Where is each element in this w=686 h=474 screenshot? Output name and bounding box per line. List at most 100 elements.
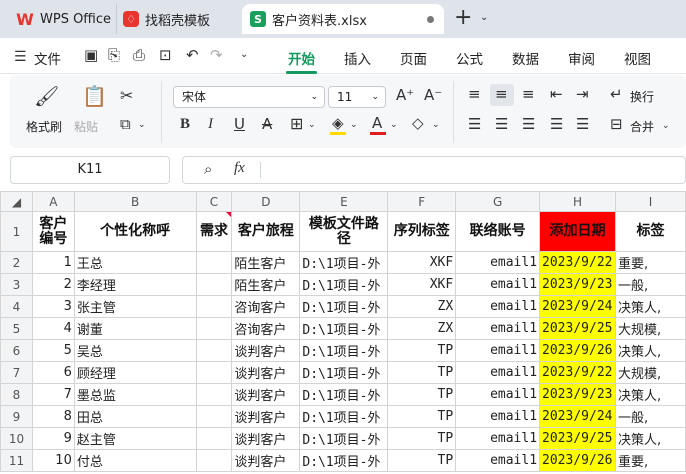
table-cell[interactable]: TP [387, 449, 457, 472]
header-cell[interactable]: 客户编号 [31, 211, 75, 252]
menu-file[interactable]: 文件 [34, 48, 61, 68]
table-cell[interactable]: 谈判客户 [231, 339, 301, 362]
fx-function-icon[interactable]: fx [234, 161, 245, 176]
table-cell[interactable]: TP [387, 405, 457, 428]
zoom-search-icon[interactable]: ⌕ [204, 162, 212, 177]
row-header[interactable]: 4 [0, 295, 33, 318]
table-cell[interactable]: 9 [31, 427, 75, 450]
column-header[interactable]: A [31, 191, 75, 212]
table-cell[interactable]: email1 [455, 295, 541, 318]
table-cell[interactable]: 陌生客户 [231, 251, 301, 274]
undo-icon[interactable]: ↶ [186, 48, 199, 63]
strikethrough-icon[interactable]: A [262, 117, 272, 132]
table-cell[interactable]: D:\1项目-外 [299, 449, 389, 472]
table-cell[interactable]: D:\1项目-外 [299, 317, 389, 340]
row-header[interactable]: 8 [0, 383, 33, 406]
cell-table[interactable]: ◢ A B C D E F G H I 1 客户编号 个性化称呼 需求 客户旅程… [0, 191, 686, 472]
chevron-down-icon[interactable]: ⌄ [308, 121, 316, 130]
table-cell[interactable]: email1 [455, 317, 541, 340]
cut-icon[interactable]: ✂ [120, 88, 133, 104]
row-header[interactable]: 11 [0, 449, 33, 472]
table-cell[interactable]: 10 [31, 449, 75, 472]
table-cell[interactable]: 6 [31, 361, 75, 384]
decrease-font-icon[interactable]: A⁻ [424, 88, 442, 103]
align-top-icon[interactable]: ≡ [468, 87, 481, 102]
table-cell[interactable]: 3 [31, 295, 75, 318]
table-cell[interactable]: 咨询客户 [231, 295, 301, 318]
table-cell[interactable]: D:\1项目-外 [299, 273, 389, 296]
quick-access-dropdown-icon[interactable]: ⌄ [240, 50, 248, 60]
paste-label[interactable]: 粘贴 [74, 118, 98, 135]
table-cell[interactable]: 2023/9/25 [539, 317, 617, 340]
table-cell[interactable]: 2023/9/26 [539, 449, 617, 472]
table-cell[interactable]: 2023/9/22 [539, 361, 617, 384]
row-header[interactable]: 6 [0, 339, 33, 362]
column-header[interactable]: G [455, 191, 541, 212]
table-cell[interactable]: 顾经理 [73, 361, 197, 384]
row-header[interactable]: 1 [0, 211, 33, 252]
table-cell[interactable]: 陌生客户 [231, 273, 301, 296]
table-cell[interactable]: 重要, [615, 449, 686, 472]
copy-icon[interactable]: ⧉ [120, 117, 131, 132]
table-cell[interactable] [195, 405, 233, 428]
table-cell[interactable]: 张主管 [73, 295, 197, 318]
column-header[interactable]: B [73, 191, 197, 212]
chevron-down-icon[interactable]: ⌄ [390, 121, 398, 130]
row-header[interactable]: 9 [0, 405, 33, 428]
chevron-down-icon[interactable]: ⌄ [350, 121, 358, 130]
table-cell[interactable]: 谈判客户 [231, 361, 301, 384]
redo-icon[interactable]: ↷ [210, 48, 223, 63]
align-right-icon[interactable]: ☰ [522, 117, 535, 132]
header-cell-date[interactable]: 添加日期 [539, 211, 617, 252]
tab-docer[interactable]: ♢ 找稻壳模板 [116, 4, 238, 34]
table-cell[interactable]: email1 [455, 383, 541, 406]
column-header[interactable]: C [195, 191, 233, 212]
table-cell[interactable]: 5 [31, 339, 75, 362]
table-cell[interactable]: D:\1项目-外 [299, 405, 389, 428]
table-cell[interactable] [195, 251, 233, 274]
row-header[interactable]: 5 [0, 317, 33, 340]
row-header[interactable]: 10 [0, 427, 33, 450]
table-cell[interactable]: email1 [455, 251, 541, 274]
table-cell[interactable]: 咨询客户 [231, 317, 301, 340]
tab-wps-office[interactable]: W WPS Office [8, 4, 112, 34]
chevron-down-icon[interactable]: ⌄ [480, 12, 488, 23]
print-icon[interactable]: ⎙ [133, 48, 145, 63]
menu-review[interactable]: 审阅 [568, 48, 595, 68]
align-bottom-icon[interactable]: ≡ [522, 87, 535, 102]
hamburger-menu-icon[interactable]: ☰ [14, 49, 27, 65]
table-cell[interactable]: 决策人, [615, 427, 686, 450]
align-middle-icon[interactable]: ≡ [495, 87, 508, 102]
table-cell[interactable]: XKF [387, 251, 457, 274]
header-cell[interactable]: 序列标签 [387, 211, 457, 252]
menu-insert[interactable]: 插入 [344, 48, 371, 68]
table-cell[interactable]: 王总 [73, 251, 197, 274]
menu-formula[interactable]: 公式 [456, 48, 483, 68]
table-cell[interactable]: 谈判客户 [231, 427, 301, 450]
table-cell[interactable]: D:\1项目-外 [299, 427, 389, 450]
table-cell[interactable]: 谈判客户 [231, 405, 301, 428]
table-cell[interactable]: 2023/9/23 [539, 383, 617, 406]
save-icon[interactable]: ▣ [84, 48, 98, 63]
print-preview-icon[interactable]: ⊡ [159, 48, 172, 63]
row-header[interactable]: 7 [0, 361, 33, 384]
table-cell[interactable]: 2023/9/23 [539, 273, 617, 296]
table-cell[interactable]: email1 [455, 273, 541, 296]
font-family-dropdown[interactable]: 宋体 ⌄ [173, 86, 325, 108]
table-cell[interactable]: 谈判客户 [231, 449, 301, 472]
borders-icon[interactable]: ⊞ [290, 116, 303, 132]
tab-spreadsheet[interactable]: S 客户资料表.xlsx [242, 4, 444, 34]
table-cell[interactable]: 7 [31, 383, 75, 406]
table-cell[interactable]: D:\1项目-外 [299, 339, 389, 362]
table-cell[interactable]: 付总 [73, 449, 197, 472]
clear-format-icon[interactable]: ◇ [412, 116, 424, 131]
table-cell[interactable]: 2 [31, 273, 75, 296]
column-header[interactable]: D [231, 191, 301, 212]
unsaved-dot-icon[interactable] [427, 16, 434, 23]
align-center-icon[interactable]: ☰ [495, 117, 508, 132]
menu-data[interactable]: 数据 [512, 48, 539, 68]
table-cell[interactable]: 1 [31, 251, 75, 274]
name-box[interactable]: K11 [10, 156, 170, 184]
decrease-indent-icon[interactable]: ⇤ [550, 87, 563, 102]
italic-icon[interactable]: I [208, 117, 213, 132]
